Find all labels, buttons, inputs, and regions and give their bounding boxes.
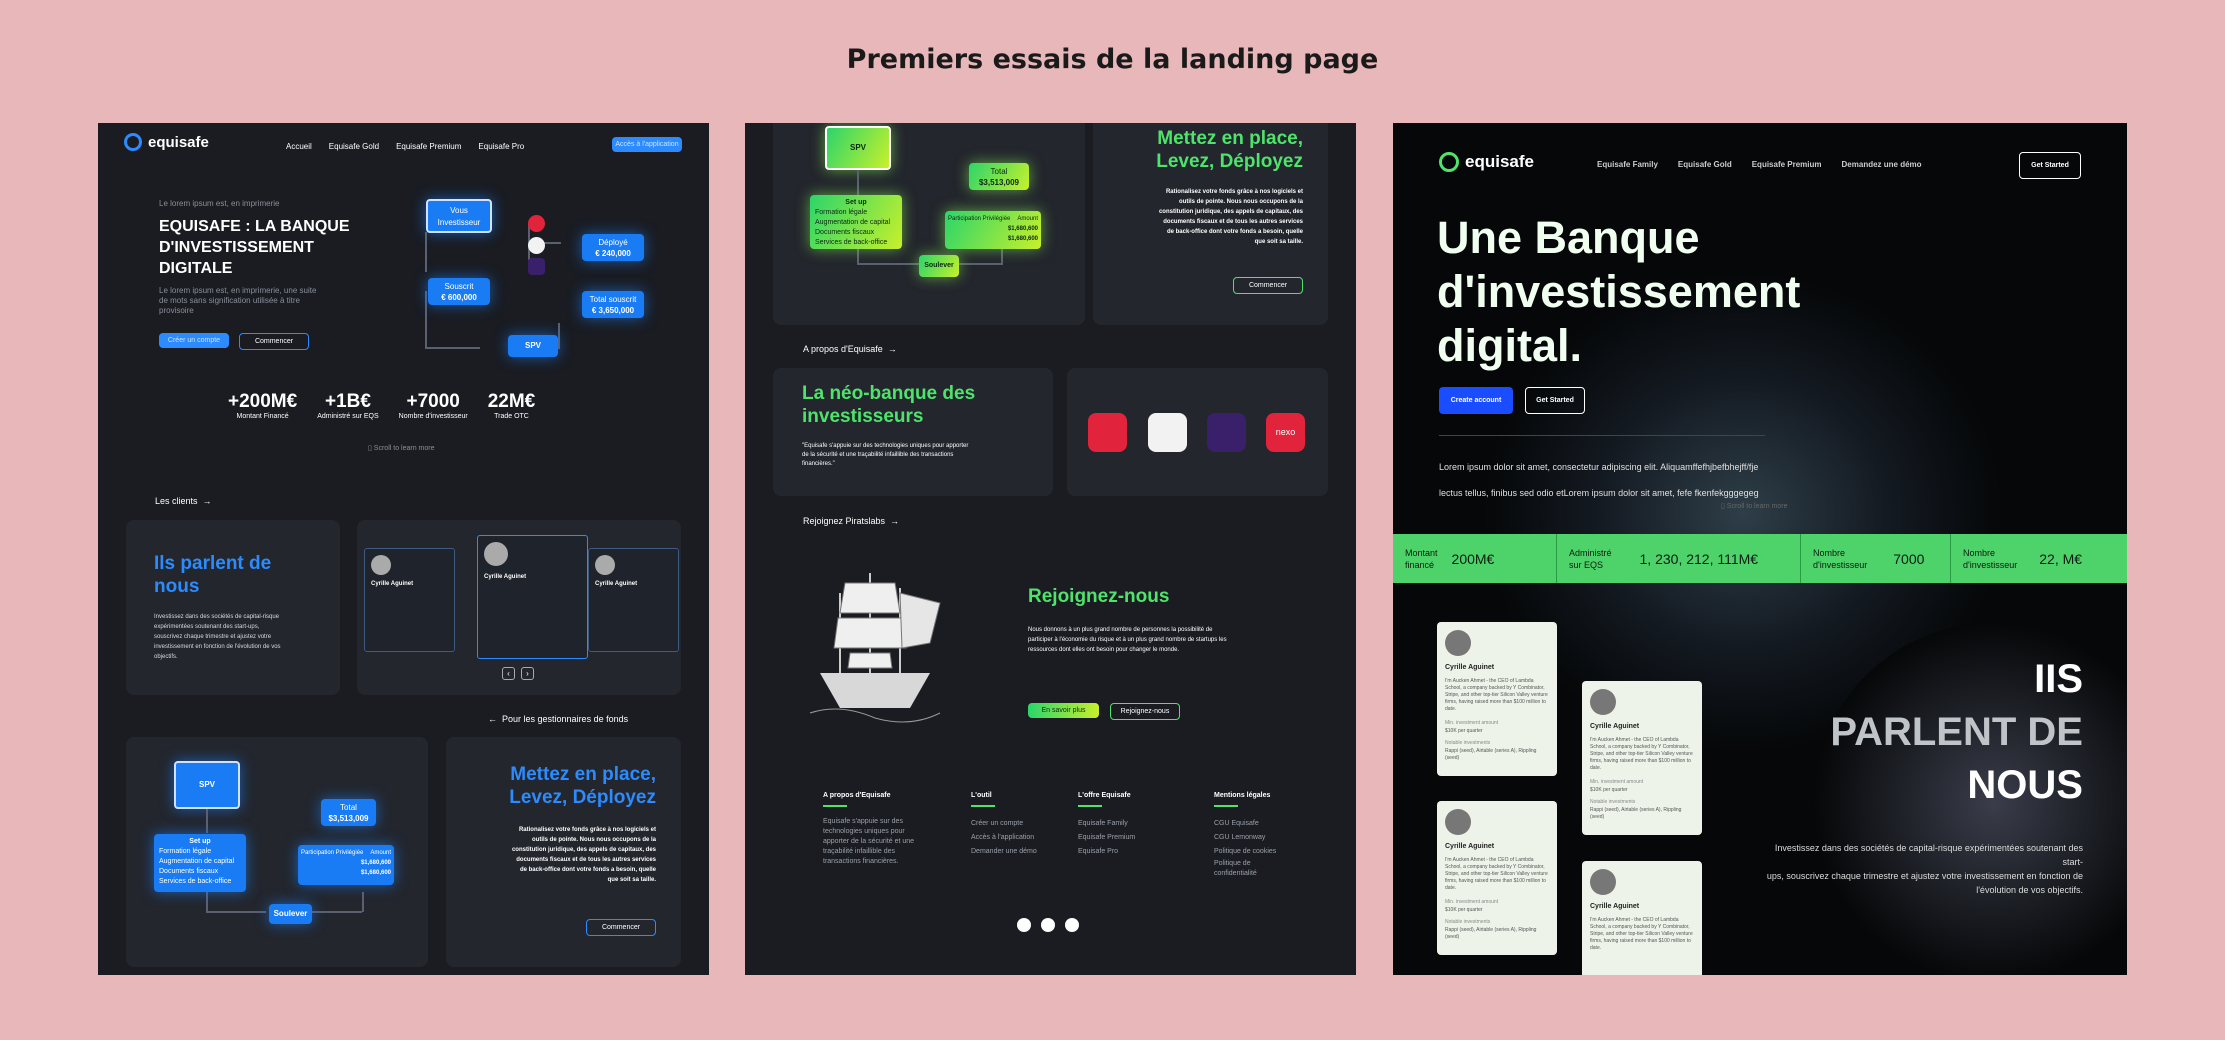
- partner-purple-icon: [528, 258, 545, 275]
- create-account-button[interactable]: Create account: [1439, 387, 1513, 414]
- logo[interactable]: equisafe: [124, 133, 209, 151]
- logo-text: equisafe: [148, 133, 209, 151]
- hero-title: EQUISAFE : LA BANQUE D'INVESTISSEMENT DIGI…: [159, 218, 350, 277]
- create-account-button[interactable]: Créer un compte: [159, 333, 229, 348]
- panel-dark-landing: equisafe Equisafe Family Equisafe Gold E…: [1393, 123, 2127, 975]
- apropos-link[interactable]: A propos d'Equisafe →: [803, 344, 897, 354]
- spv-node: SPV: [508, 335, 558, 357]
- testimonial-card: Cyrille Aguinet: [364, 548, 455, 652]
- testimonial-card: Cyrille Aguinet I'm Aucken Ahmet - the CE…: [1437, 801, 1557, 955]
- hero-title: Une Banque d'investissement digital.: [1437, 212, 1801, 371]
- nav-family[interactable]: Equisafe Family: [1597, 160, 1658, 169]
- scroll-hint: ▯ Scroll to learn more: [1721, 503, 1788, 510]
- clients-link[interactable]: Les clients →: [155, 496, 212, 506]
- facebook-icon[interactable]: [1065, 918, 1079, 932]
- fund-managers-link[interactable]: ← Pour les gestionnaires de fonds: [488, 714, 628, 724]
- hero-subtitle: Le lorem ipsum est, en imprimerie, une s…: [159, 286, 317, 315]
- subscribed-node: Souscrit € 600,000: [428, 278, 490, 305]
- deployed-node: Déployé € 240,000: [582, 234, 644, 261]
- footer: A propos d'Equisafe Equisafe s'appuie sur…: [823, 792, 1277, 877]
- mettez-card-green: Mettez en place, Levez, Déployez Rational…: [1093, 123, 1328, 325]
- rejoignez-link[interactable]: Rejoignez Piratslabs →: [803, 516, 899, 526]
- testimonials-text: Investissez dans des sociétés de capital…: [1766, 843, 2083, 895]
- partner-white-icon: [528, 237, 545, 254]
- setup-diagram-card-green: SPV Set up Formation légale Augmentation d…: [773, 123, 1085, 325]
- rejoignez-title: Rejoignez-nous: [1028, 586, 1170, 607]
- partner-purple-icon: [1207, 413, 1246, 452]
- testimonials-carousel: Cyrille Aguinet Cyrille Aguinet Cyrille …: [357, 520, 681, 695]
- nav-pro[interactable]: Equisafe Pro: [478, 142, 524, 151]
- stats-row: +200M€ Montant Financé +1B€ Administré sur…: [228, 391, 536, 420]
- logo-icon: [124, 133, 142, 151]
- logo-icon: [1439, 152, 1459, 172]
- testimonial-card: Cyrille Aguinet: [588, 548, 679, 652]
- nav-premium[interactable]: Equisafe Premium: [396, 142, 461, 151]
- nav-premium[interactable]: Equisafe Premium: [1752, 160, 1822, 169]
- app-access-button[interactable]: Accès à l'application: [612, 137, 682, 152]
- logo[interactable]: equisafe: [1439, 152, 1534, 172]
- nav: Accueil Equisafe Gold Equisafe Premium E…: [286, 142, 524, 151]
- investor-node: Vous Investisseur: [426, 199, 492, 233]
- hero-lorem: Lorem ipsum dolor sit amet, consectetur …: [1439, 462, 1759, 498]
- testimonials-intro-card: Ils parlent de nous Investissez dans des …: [126, 520, 340, 695]
- twitter-icon[interactable]: [1041, 918, 1055, 932]
- neo-bank-card: La néo-banque des investisseurs "Equisafe…: [773, 368, 1053, 496]
- ship-illustration: [809, 573, 941, 723]
- testimonial-card: Cyrille Aguinet I'm Aucken Ahmet - the CE…: [1582, 681, 1702, 835]
- nav: Equisafe Family Equisafe Gold Equisafe P…: [1597, 160, 1922, 169]
- partner-red-icon: [1088, 413, 1127, 452]
- partner-white-icon: [1148, 413, 1187, 452]
- testimonial-card: Cyrille Aguinet I'm Aucken Ahmet - the CE…: [1437, 622, 1557, 776]
- get-started-button[interactable]: Get Started: [1525, 387, 1585, 414]
- commencer-button[interactable]: Commencer: [586, 919, 656, 936]
- setup-diagram-card: SPV Set up Formation légale Augmentation d…: [126, 737, 428, 967]
- nav-accueil[interactable]: Accueil: [286, 142, 312, 151]
- nav-gold[interactable]: Equisafe Gold: [329, 142, 379, 151]
- mettez-card: Mettez en place, Levez, Déployez Rational…: [446, 737, 681, 967]
- join-button[interactable]: Rejoignez-nous: [1110, 703, 1180, 720]
- testimonial-card: Cyrille Aguinet I'm Aucken Ahmet - the CE…: [1582, 861, 1702, 975]
- next-arrow-icon[interactable]: ›: [521, 667, 534, 680]
- linkedin-icon[interactable]: [1017, 918, 1031, 932]
- hero-kicker: Le lorem ipsum est, en imprimerie: [159, 199, 280, 208]
- commencer-button-green[interactable]: Commencer: [1233, 277, 1303, 294]
- social-links: [1017, 918, 1079, 932]
- partner-red-icon: [528, 215, 545, 232]
- testimonials-title: IIS PARLENT DE NOUS: [1830, 657, 2083, 807]
- learn-more-button[interactable]: En savoir plus: [1028, 703, 1099, 718]
- logo-text: equisafe: [1465, 152, 1534, 171]
- total-node: Total souscrit € 3,650,000: [582, 291, 644, 318]
- prev-arrow-icon[interactable]: ‹: [502, 667, 515, 680]
- nav-gold[interactable]: Equisafe Gold: [1678, 160, 1732, 169]
- panel-green-landing: SPV Set up Formation légale Augmentation d…: [745, 123, 1356, 975]
- nav-demo[interactable]: Demandez une démo: [1842, 160, 1922, 169]
- get-started-nav-button[interactable]: Get Started: [2019, 152, 2081, 179]
- partner-nexo-icon: nexo: [1266, 413, 1305, 452]
- page-title: Premiers essais de la landing page: [846, 44, 1379, 75]
- start-button[interactable]: Commencer: [239, 333, 309, 350]
- testimonial-card-active: Cyrille Aguinet: [477, 535, 588, 659]
- panel-blue-landing: equisafe Accueil Equisafe Gold Equisafe …: [98, 123, 709, 975]
- scroll-hint: ▯ Scroll to learn more: [368, 445, 435, 452]
- stats-band: Montant financé 200M€ Administré sur EQS 1, …: [1393, 534, 2127, 583]
- partners-card: nexo: [1067, 368, 1328, 496]
